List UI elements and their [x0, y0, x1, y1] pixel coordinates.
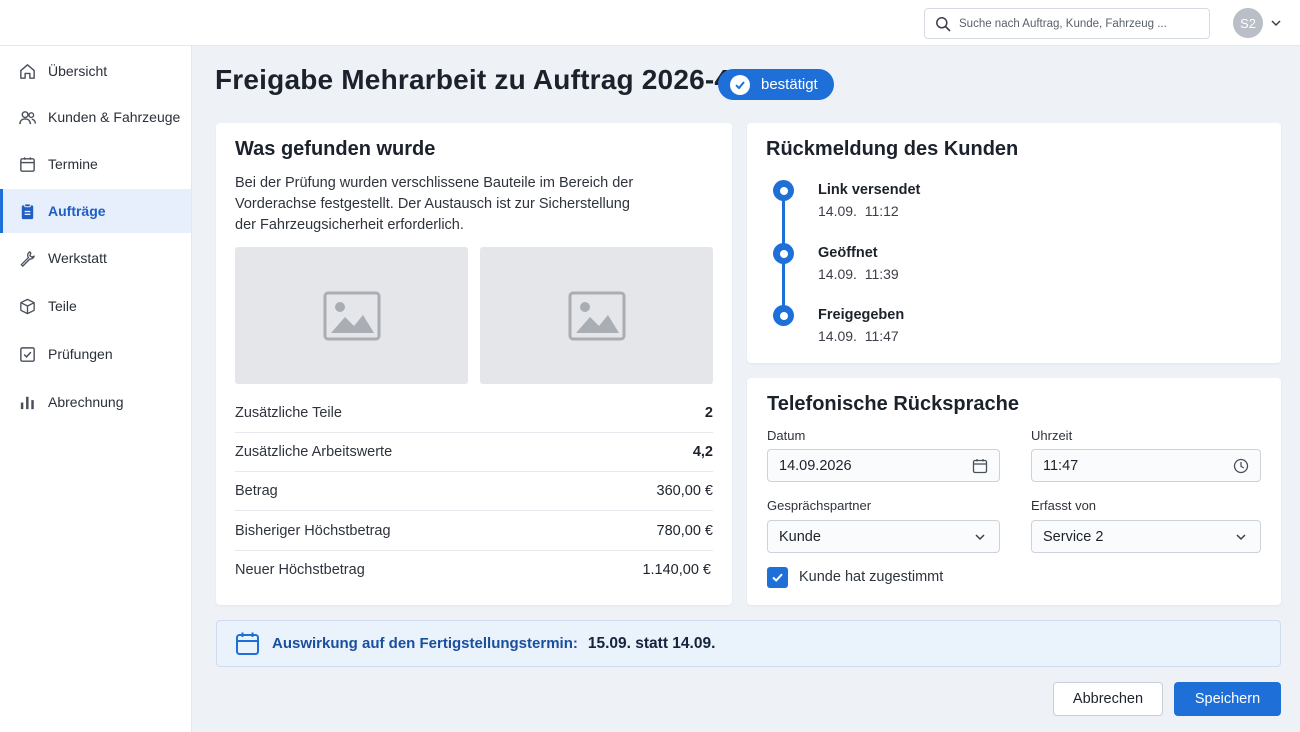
search-input[interactable]: [959, 17, 1199, 30]
recorded-by-select[interactable]: Service 2: [1031, 520, 1261, 553]
timeline-event-title: Freigegeben: [818, 307, 905, 323]
summary-row: Zusätzliche Teile 2: [235, 393, 713, 433]
date-label: Datum: [767, 428, 806, 443]
summary-row: Zusätzliche Arbeitswerte 4,2: [235, 432, 713, 472]
chevron-down-icon: [975, 533, 985, 540]
summary-value: 780,00 €: [656, 522, 713, 539]
sidebar-item-label: Aufträge: [48, 203, 106, 219]
customer-response-card: Rückmeldung des Kunden Link versendet 14…: [747, 123, 1281, 363]
date-value: 14.09.2026: [779, 457, 852, 474]
phone-consultation-card: Telefonische Rücksprache Datum 14.09.202…: [747, 378, 1281, 605]
sidebar-item-abrechnung[interactable]: Abrechnung: [0, 380, 191, 424]
phone-title: Telefonische Rücksprache: [767, 393, 1019, 415]
timeline-event-time: 14.09. 11:12: [818, 203, 899, 219]
summary-value: 2: [704, 404, 713, 421]
recorded-by-value: Service 2: [1043, 528, 1104, 545]
partner-select[interactable]: Kunde: [767, 520, 1000, 553]
clock-icon[interactable]: [1233, 458, 1249, 474]
avatar[interactable]: S2: [1233, 8, 1263, 38]
consent-checkbox[interactable]: [767, 567, 788, 588]
status-badge: bestätigt: [718, 69, 834, 100]
wrench-icon: [20, 250, 35, 267]
sidebar-item-auftraege[interactable]: Aufträge: [0, 189, 191, 233]
users-icon: [19, 110, 37, 124]
summary-label: Zusätzliche Teile: [235, 404, 342, 421]
checkbox-icon: [20, 346, 35, 362]
sidebar-item-termine[interactable]: Termine: [0, 142, 191, 186]
timeline-dot: [773, 243, 794, 264]
sidebar-item-werkstatt[interactable]: Werkstatt: [0, 236, 191, 280]
calendar-icon: [20, 156, 35, 172]
search-icon: [936, 16, 951, 31]
timeline-event-time: 14.09. 11:47: [818, 328, 899, 344]
impact-label: Auswirkung auf den Fertigstellungstermin…: [272, 635, 578, 652]
status-label: bestätigt: [761, 76, 818, 93]
sidebar-item-kunden-fahrzeuge[interactable]: Kunden & Fahrzeuge: [0, 95, 191, 139]
impact-value: 15.09. statt 14.09.: [587, 634, 716, 652]
clipboard-icon: [21, 202, 34, 219]
findings-description: Bei der Prüfung wurden verschlissene Bau…: [235, 175, 634, 233]
findings-title: Was gefunden wurde: [235, 138, 436, 160]
sidebar: Übersicht Kunden & Fahrzeuge Termine Auf…: [0, 46, 192, 732]
bar-chart-icon: [20, 396, 34, 409]
sidebar-item-label: Werkstatt: [48, 250, 107, 266]
cancel-button[interactable]: Abbrechen: [1053, 682, 1163, 716]
box-icon: [20, 298, 35, 314]
summary-value: 4,2: [692, 443, 713, 460]
summary-row: Betrag 360,00 €: [235, 471, 713, 511]
partner-label: Gesprächspartner: [767, 498, 872, 513]
chevron-down-icon: [1236, 533, 1246, 540]
summary-label: Neuer Höchstbetrag: [235, 562, 365, 578]
sidebar-item-label: Termine: [48, 156, 98, 172]
partner-value: Kunde: [779, 528, 821, 545]
sidebar-item-label: Kunden & Fahrzeuge: [48, 109, 181, 125]
chevron-down-icon[interactable]: [1270, 17, 1282, 29]
image-icon: [323, 291, 380, 340]
summary-value: 1.140,00 €: [642, 562, 711, 578]
summary-label: Zusätzliche Arbeitswerte: [235, 443, 393, 460]
summary-row: Neuer Höchstbetrag 1.140,00 €: [235, 550, 713, 590]
check-icon: [772, 573, 783, 582]
sidebar-item-teile[interactable]: Teile: [0, 284, 191, 328]
time-value: 11:47: [1043, 457, 1079, 474]
timeline-event-time: 14.09. 11:39: [818, 266, 899, 282]
timeline-dot: [773, 305, 794, 326]
sidebar-item-pruefungen[interactable]: Prüfungen: [0, 332, 191, 376]
date-field[interactable]: 14.09.2026: [767, 449, 1000, 482]
page-title: Freigabe Mehrarbeit zu Auftrag 2026-4471: [215, 64, 778, 95]
summary-label: Bisheriger Höchstbetrag: [235, 522, 391, 539]
calendar-icon: [236, 632, 259, 655]
sidebar-item-label: Prüfungen: [48, 346, 113, 362]
completion-impact-banner: Auswirkung auf den Fertigstellungstermin…: [216, 620, 1281, 667]
check-icon: [730, 74, 750, 95]
top-bar: S2: [0, 0, 1300, 46]
response-title: Rückmeldung des Kunden: [766, 138, 1019, 160]
image-icon: [568, 291, 625, 340]
timeline-event-title: Geöffnet: [818, 245, 878, 261]
findings-card: Was gefunden wurde Bei der Prüfung wurde…: [216, 123, 732, 605]
time-label: Uhrzeit: [1031, 428, 1073, 443]
summary-value: 360,00 €: [656, 482, 713, 499]
search-box[interactable]: [924, 8, 1210, 39]
timeline-event-title: Link versendet: [818, 182, 921, 198]
sidebar-item-label: Teile: [48, 298, 77, 314]
timeline-dot: [773, 180, 794, 201]
calendar-icon[interactable]: [972, 458, 988, 474]
sidebar-item-label: Übersicht: [48, 63, 108, 79]
recorded-by-label: Erfasst von: [1031, 498, 1097, 513]
photo-placeholder[interactable]: [480, 247, 713, 384]
consent-label[interactable]: Kunde hat zugestimmt: [799, 569, 943, 585]
sidebar-item-uebersicht[interactable]: Übersicht: [0, 49, 191, 93]
sidebar-item-label: Abrechnung: [48, 394, 124, 410]
save-button[interactable]: Speichern: [1174, 682, 1281, 716]
photo-placeholder[interactable]: [235, 247, 468, 384]
summary-label: Betrag: [235, 482, 278, 499]
summary-row: Bisheriger Höchstbetrag 780,00 €: [235, 511, 713, 551]
time-field[interactable]: 11:47: [1031, 449, 1261, 482]
home-icon: [20, 63, 35, 79]
